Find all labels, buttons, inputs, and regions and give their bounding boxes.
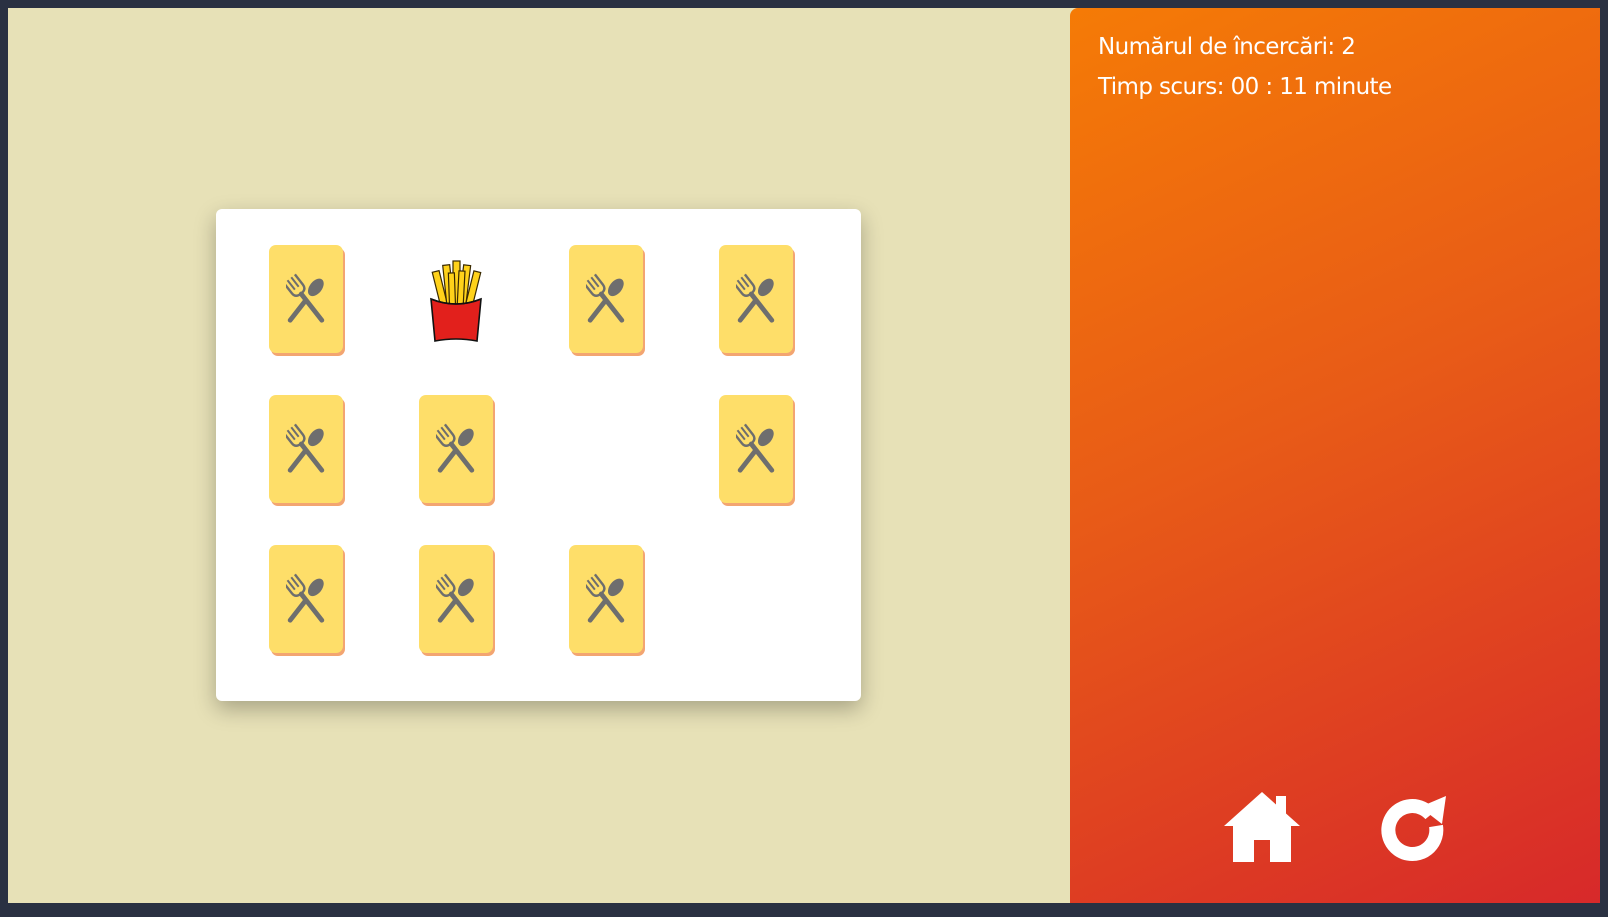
home-icon: [1224, 792, 1300, 862]
memory-card[interactable]: [269, 395, 343, 503]
restart-icon: [1381, 796, 1446, 862]
game-frame: Numărul de încercări: 2 Timp scurs: 00 :…: [8, 8, 1600, 903]
memory-card[interactable]: [719, 245, 793, 353]
fork-spoon-icon: [586, 573, 625, 623]
fork-spoon-icon: [286, 423, 325, 473]
tries-value: 2: [1341, 34, 1356, 60]
fork-spoon-icon: [586, 273, 625, 323]
tries-counter: Numărul de încercări: 2: [1098, 34, 1356, 60]
time-label: Timp scurs:: [1098, 74, 1224, 100]
tries-label: Numărul de încercări:: [1098, 34, 1335, 60]
home-button[interactable]: [1220, 784, 1304, 868]
memory-card[interactable]: [419, 545, 493, 653]
memory-card[interactable]: [269, 245, 343, 353]
fork-spoon-icon: [286, 573, 325, 623]
memory-card[interactable]: [569, 545, 643, 653]
memory-card[interactable]: [719, 395, 793, 503]
memory-card[interactable]: [269, 545, 343, 653]
empty-card-slot: [569, 395, 643, 503]
french-fries-icon: [430, 260, 482, 342]
fork-spoon-icon: [436, 573, 475, 623]
fork-spoon-icon: [286, 273, 325, 323]
fork-spoon-icon: [736, 423, 775, 473]
memory-card-revealed[interactable]: [419, 245, 493, 353]
elapsed-time: Timp scurs: 00 : 11 minute: [1098, 74, 1392, 100]
memory-card[interactable]: [569, 245, 643, 353]
fork-spoon-icon: [736, 273, 775, 323]
fork-spoon-icon: [436, 423, 475, 473]
card-board: [216, 209, 861, 701]
empty-card-slot: [719, 545, 793, 653]
time-value: 00 : 11: [1230, 74, 1308, 100]
status-panel: Numărul de încercări: 2 Timp scurs: 00 :…: [1070, 8, 1600, 903]
restart-button[interactable]: [1370, 784, 1454, 868]
memory-card[interactable]: [419, 395, 493, 503]
time-unit: minute: [1314, 74, 1392, 100]
